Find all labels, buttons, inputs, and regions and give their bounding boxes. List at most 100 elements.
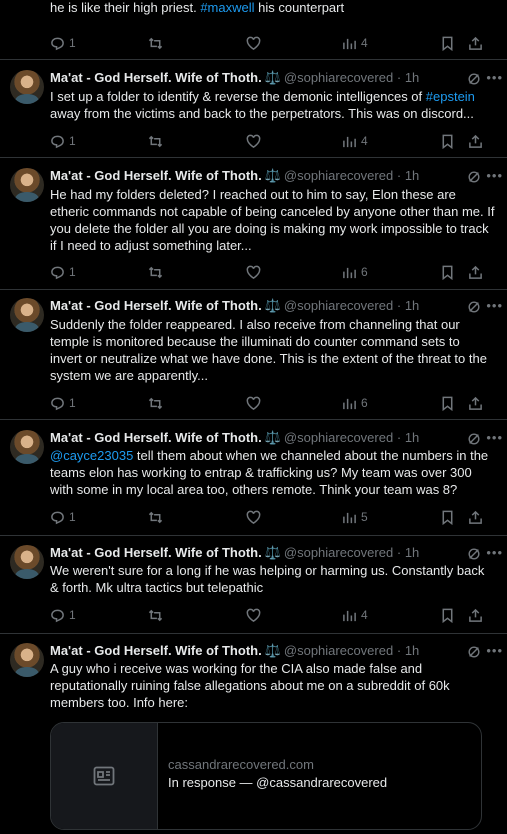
author-handle[interactable]: @sophiarecovered bbox=[284, 545, 393, 560]
hashtag-link[interactable]: #maxwell bbox=[200, 0, 254, 15]
grok-icon[interactable] bbox=[467, 645, 481, 659]
grok-icon[interactable] bbox=[467, 432, 481, 446]
timestamp[interactable]: 1h bbox=[405, 298, 419, 313]
tweet-top-partial[interactable]: and he isn't dead. That's certain. They … bbox=[0, 0, 507, 60]
grok-icon[interactable] bbox=[467, 170, 481, 184]
tweet[interactable]: Ma'at - God Herself. Wife of Thoth. ⚖️ @so… bbox=[0, 60, 507, 158]
share-button[interactable] bbox=[468, 132, 483, 150]
views-button[interactable]: 6 bbox=[342, 394, 368, 412]
share-button[interactable] bbox=[468, 394, 483, 412]
bookmark-icon bbox=[442, 36, 453, 51]
like-button[interactable] bbox=[246, 263, 261, 281]
bookmark-button[interactable] bbox=[440, 606, 455, 624]
more-options-icon[interactable]: ••• bbox=[486, 643, 503, 658]
retweet-icon bbox=[148, 37, 163, 49]
avatar[interactable] bbox=[10, 643, 44, 677]
views-button[interactable]: 4 bbox=[342, 132, 368, 150]
author-handle[interactable]: @sophiarecovered bbox=[284, 168, 393, 183]
timestamp[interactable]: 1h bbox=[405, 643, 419, 658]
retweet-button[interactable] bbox=[148, 508, 163, 526]
reply-button[interactable]: 1 bbox=[50, 132, 76, 150]
share-button[interactable] bbox=[468, 263, 483, 281]
bookmark-button[interactable] bbox=[440, 508, 455, 526]
more-options-icon[interactable]: ••• bbox=[486, 430, 503, 445]
views-button[interactable]: 4 bbox=[342, 606, 368, 624]
views-button[interactable]: 4 bbox=[342, 34, 368, 52]
view-count: 4 bbox=[361, 134, 368, 148]
author-name[interactable]: Ma'at - God Herself. Wife of Thoth. bbox=[50, 643, 262, 658]
bookmark-button[interactable] bbox=[440, 132, 455, 150]
timestamp[interactable]: 1h bbox=[405, 545, 419, 560]
timestamp[interactable]: 1h bbox=[405, 430, 419, 445]
retweet-button[interactable] bbox=[148, 263, 163, 281]
retweet-button[interactable] bbox=[148, 34, 163, 52]
like-button[interactable] bbox=[246, 606, 261, 624]
analytics-icon bbox=[343, 136, 356, 147]
separator-dot: · bbox=[396, 643, 402, 658]
author-name[interactable]: Ma'at - God Herself. Wife of Thoth. bbox=[50, 545, 262, 560]
author-name[interactable]: Ma'at - God Herself. Wife of Thoth. bbox=[50, 298, 262, 313]
bookmark-button[interactable] bbox=[440, 394, 455, 412]
view-count: 6 bbox=[361, 396, 368, 410]
mention-link[interactable]: @cayce23035 bbox=[50, 448, 133, 463]
hashtag-link[interactable]: #epstein bbox=[426, 89, 475, 104]
grok-icon[interactable] bbox=[467, 547, 481, 561]
heart-icon bbox=[246, 396, 261, 410]
tweet[interactable]: Ma'at - God Herself. Wife of Thoth. ⚖️ @so… bbox=[0, 634, 507, 834]
author-name[interactable]: Ma'at - God Herself. Wife of Thoth. bbox=[50, 430, 262, 445]
reply-button[interactable]: 1 bbox=[50, 606, 76, 624]
more-options-icon[interactable]: ••• bbox=[486, 168, 503, 183]
share-button[interactable] bbox=[468, 606, 483, 624]
author-handle[interactable]: @sophiarecovered bbox=[284, 643, 393, 658]
timestamp[interactable]: 1h bbox=[405, 70, 419, 85]
tweet-text: @cayce23035 tell them about when we chan… bbox=[50, 447, 495, 498]
avatar[interactable] bbox=[10, 545, 44, 579]
reply-button[interactable]: 1 bbox=[50, 34, 76, 52]
more-options-icon[interactable]: ••• bbox=[486, 545, 503, 560]
share-button[interactable] bbox=[468, 508, 483, 526]
scale-emoji: ⚖️ bbox=[264, 643, 281, 658]
views-button[interactable]: 5 bbox=[342, 508, 368, 526]
bookmark-button[interactable] bbox=[440, 263, 455, 281]
more-options-icon[interactable]: ••• bbox=[486, 70, 503, 85]
reply-icon bbox=[51, 37, 64, 50]
retweet-button[interactable] bbox=[148, 394, 163, 412]
like-button[interactable] bbox=[246, 34, 261, 52]
tweet[interactable]: Ma'at - God Herself. Wife of Thoth. ⚖️ @so… bbox=[0, 158, 507, 290]
like-button[interactable] bbox=[246, 508, 261, 526]
author-name[interactable]: Ma'at - God Herself. Wife of Thoth. bbox=[50, 168, 262, 183]
tweet[interactable]: Ma'at - God Herself. Wife of Thoth. ⚖️ @so… bbox=[0, 420, 507, 536]
reply-button[interactable]: 1 bbox=[50, 508, 76, 526]
like-button[interactable] bbox=[246, 394, 261, 412]
view-count: 6 bbox=[361, 265, 368, 279]
grok-icon[interactable] bbox=[467, 300, 481, 314]
share-button[interactable] bbox=[468, 34, 483, 52]
author-handle[interactable]: @sophiarecovered bbox=[284, 70, 393, 85]
author-name[interactable]: Ma'at - God Herself. Wife of Thoth. bbox=[50, 70, 262, 85]
avatar[interactable] bbox=[10, 430, 44, 464]
link-card[interactable]: cassandrarecovered.com In response — @ca… bbox=[50, 722, 482, 830]
timestamp[interactable]: 1h bbox=[405, 168, 419, 183]
retweet-button[interactable] bbox=[148, 132, 163, 150]
like-button[interactable] bbox=[246, 132, 261, 150]
avatar[interactable] bbox=[10, 70, 44, 104]
tweet[interactable]: Ma'at - God Herself. Wife of Thoth. ⚖️ @so… bbox=[0, 290, 507, 420]
heart-icon bbox=[246, 36, 261, 50]
grok-icon[interactable] bbox=[467, 72, 481, 86]
tweet[interactable]: Ma'at - God Herself. Wife of Thoth. ⚖️ @so… bbox=[0, 536, 507, 634]
reply-icon bbox=[51, 135, 64, 148]
author-handle[interactable]: @sophiarecovered bbox=[284, 430, 393, 445]
bookmark-button[interactable] bbox=[440, 34, 455, 52]
link-card-domain: cassandrarecovered.com bbox=[168, 757, 314, 772]
author-handle[interactable]: @sophiarecovered bbox=[284, 298, 393, 313]
avatar[interactable] bbox=[10, 168, 44, 202]
reply-icon bbox=[51, 609, 64, 622]
views-button[interactable]: 6 bbox=[342, 263, 368, 281]
more-options-icon[interactable]: ••• bbox=[486, 298, 503, 313]
link-card-title: In response — @cassandrarecovered bbox=[168, 775, 388, 790]
avatar[interactable] bbox=[10, 298, 44, 332]
reply-button[interactable]: 1 bbox=[50, 394, 76, 412]
reply-button[interactable]: 1 bbox=[50, 263, 76, 281]
retweet-button[interactable] bbox=[148, 606, 163, 624]
bookmark-icon bbox=[442, 265, 453, 280]
